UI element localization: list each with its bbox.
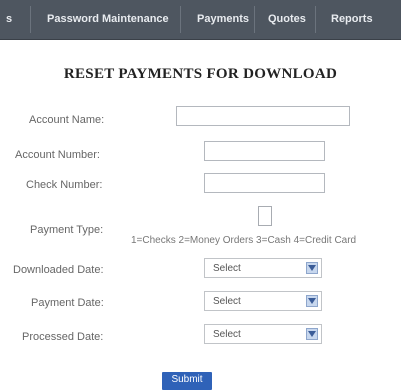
payment-date-select[interactable]: Select <box>204 291 322 311</box>
nav-item-quotes[interactable]: Quotes <box>268 0 306 39</box>
account-name-input[interactable] <box>176 106 350 126</box>
page-title: RESET PAYMENTS FOR DOWNLOAD <box>63 66 338 82</box>
processed-date-label: Processed Date: <box>22 331 104 343</box>
account-number-label: Account Number: <box>15 149 100 161</box>
account-name-label: Account Name: <box>29 114 105 126</box>
submit-button[interactable]: Submit <box>162 372 212 390</box>
downloaded-date-label: Downloaded Date: <box>13 264 104 276</box>
processed-date-select[interactable]: Select <box>204 324 322 344</box>
nav-divider <box>315 6 316 33</box>
payment-date-selected-value: Select <box>213 296 241 307</box>
payment-date-label: Payment Date: <box>31 297 104 309</box>
downloaded-date-select[interactable]: Select <box>204 258 322 278</box>
payment-type-label: Payment Type: <box>30 224 104 236</box>
processed-date-selected-value: Select <box>213 329 241 340</box>
payment-type-input[interactable] <box>258 206 272 226</box>
chevron-down-icon[interactable] <box>306 328 318 340</box>
nav-item-password-maintenance[interactable]: Password Maintenance <box>47 0 169 39</box>
account-number-input[interactable] <box>204 141 325 161</box>
payment-type-hint: 1=Checks 2=Money Orders 3=Cash 4=Credit … <box>131 235 357 246</box>
nav-divider <box>180 6 181 33</box>
nav-item-reports[interactable]: Reports <box>331 0 373 39</box>
chevron-down-icon[interactable] <box>306 262 318 274</box>
nav-divider <box>30 6 31 33</box>
downloaded-date-selected-value: Select <box>213 263 241 274</box>
chevron-down-icon[interactable] <box>306 295 318 307</box>
nav-item-truncated[interactable]: s <box>6 0 12 39</box>
check-number-input[interactable] <box>204 173 325 193</box>
nav-divider <box>254 6 255 33</box>
check-number-label: Check Number: <box>26 179 103 191</box>
top-navigation-bar: s Password Maintenance Payments Quotes R… <box>0 0 401 40</box>
nav-item-payments[interactable]: Payments <box>197 0 249 39</box>
